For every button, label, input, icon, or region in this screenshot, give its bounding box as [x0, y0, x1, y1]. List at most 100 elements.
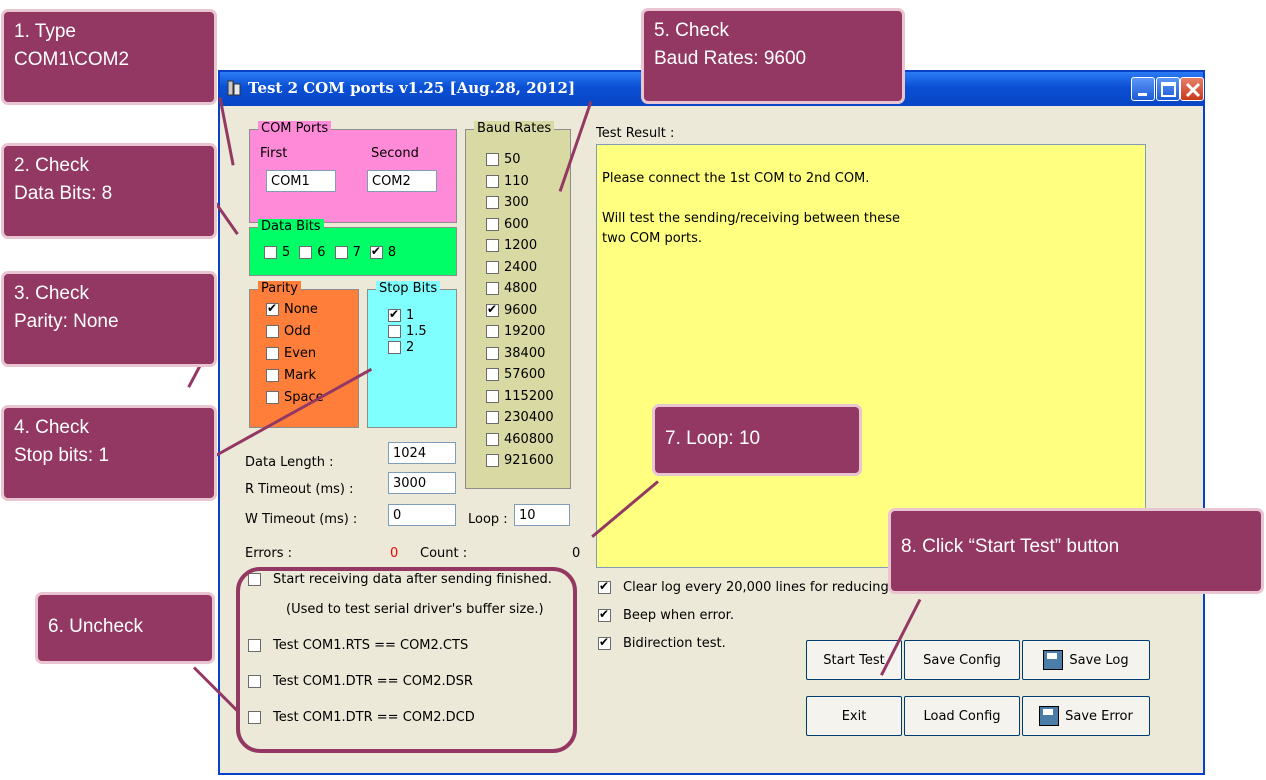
data-bits-option[interactable]: 5: [264, 245, 290, 260]
stop-bits-options: 11.52: [388, 307, 427, 356]
baud-rates-checkbox[interactable]: [486, 196, 499, 209]
stop-bits-group: Stop Bits 11.52: [367, 281, 457, 428]
floppy-disk-icon: [1043, 650, 1064, 670]
close-icon[interactable]: [1180, 77, 1204, 101]
window-title: Test 2 COM ports v1.25 [Aug.28, 2012]: [248, 79, 576, 97]
option-checkbox[interactable]: [598, 579, 611, 594]
r-timeout-input[interactable]: [388, 472, 456, 494]
app-icon[interactable]: [226, 80, 242, 96]
parity-checkbox[interactable]: [266, 391, 279, 404]
baud-rates-option-label: 9600: [504, 302, 538, 318]
data-bits-option-label: 8: [387, 245, 397, 260]
baud-rates-checkbox[interactable]: [486, 346, 499, 360]
parity-option[interactable]: Even: [266, 346, 324, 368]
baud-rates-checkbox[interactable]: [486, 411, 499, 424]
baud-rates-checkbox[interactable]: [486, 174, 499, 188]
baud-rates-checkbox[interactable]: [486, 325, 499, 338]
baud-rates-option[interactable]: 1200: [486, 238, 554, 260]
baud-rates-option[interactable]: 4800: [486, 281, 554, 303]
data-bits-option[interactable]: 7: [334, 245, 361, 260]
baud-rates-option[interactable]: 57600: [486, 367, 554, 389]
stop-bits-checkbox[interactable]: [388, 307, 401, 322]
baud-rates-checkbox[interactable]: [486, 389, 499, 403]
data-bits-label: Data Bits: [258, 219, 324, 235]
option-checkbox[interactable]: [598, 607, 611, 622]
baud-rates-option[interactable]: 921600: [486, 453, 554, 475]
baud-rates-option[interactable]: 115200: [486, 389, 554, 411]
exit-button[interactable]: Exit: [806, 696, 902, 736]
parity-option-label: Mark: [284, 368, 317, 383]
baud-rates-checkbox[interactable]: [486, 368, 499, 381]
baud-rates-checkbox[interactable]: [486, 302, 499, 317]
option-row[interactable]: Beep when error.: [598, 607, 734, 623]
data-bits-option[interactable]: 8: [369, 244, 397, 260]
com-ports-label: COM Ports: [258, 121, 332, 137]
log-line: Will test the sending/receiving between …: [602, 211, 901, 226]
baud-rates-option-label: 50: [504, 152, 521, 167]
baud-rates-checkbox[interactable]: [486, 153, 499, 166]
data-bits-checkbox[interactable]: [299, 246, 313, 259]
stop-bits-option[interactable]: 2: [388, 340, 427, 356]
second-label: Second: [371, 146, 419, 161]
baud-rates-checkbox[interactable]: [486, 282, 499, 295]
stop-bits-option[interactable]: 1.5: [388, 324, 427, 340]
parity-checkbox[interactable]: [266, 347, 279, 360]
baud-rates-option[interactable]: 460800: [486, 432, 554, 454]
baud-rates-group: Baud Rates 50 110 300 600 1200 2400 4800 9600 19…: [465, 121, 571, 489]
baud-rates-option-label: 460800: [504, 431, 554, 447]
data-bits-checkbox[interactable]: [264, 246, 277, 259]
data-bits-checkbox[interactable]: [334, 246, 348, 259]
baud-rates-option[interactable]: 9600: [486, 302, 554, 325]
stop-bits-checkbox[interactable]: [388, 325, 401, 338]
stop-bits-checkbox[interactable]: [388, 341, 401, 354]
baud-rates-option[interactable]: 300: [486, 195, 554, 217]
data-bits-group: Data Bits 5 6 7 8: [249, 219, 457, 276]
w-timeout-input[interactable]: [388, 504, 456, 526]
test-result-log[interactable]: Please connect the 1st COM to 2nd COM. Wi…: [596, 144, 1146, 568]
log-line: two COM ports.: [602, 231, 703, 246]
data-length-input[interactable]: [388, 442, 456, 464]
data-bits-checkbox[interactable]: [369, 244, 383, 259]
baud-rates-checkbox[interactable]: [486, 239, 499, 252]
baud-rates-option[interactable]: 2400: [486, 260, 554, 282]
baud-rates-option[interactable]: 50: [486, 152, 554, 174]
save-config-button[interactable]: Save Config: [904, 640, 1020, 680]
count-label: Count :: [420, 546, 468, 561]
option-row[interactable]: Bidirection test.: [598, 635, 726, 651]
baud-rates-options: 50 110 300 600 1200 2400 4800 9600 19200 38400 576…: [486, 152, 554, 475]
parity-checkbox[interactable]: [266, 369, 279, 382]
parity-option[interactable]: None: [266, 301, 324, 324]
parity-checkbox[interactable]: [266, 301, 279, 316]
baud-rates-option[interactable]: 600: [486, 217, 554, 239]
loop-input[interactable]: [514, 504, 570, 526]
baud-rates-checkbox[interactable]: [486, 217, 499, 231]
baud-rates-option[interactable]: 230400: [486, 410, 554, 432]
baud-rates-option[interactable]: 19200: [486, 324, 554, 346]
baud-rates-option-label: 300: [504, 195, 529, 210]
save-log-button[interactable]: Save Log: [1022, 640, 1150, 680]
option-checkbox[interactable]: [598, 635, 611, 650]
baud-rates-option[interactable]: 110: [486, 174, 554, 196]
save-error-button[interactable]: Save Error: [1022, 696, 1150, 736]
parity-option-label: None: [284, 302, 318, 317]
first-com-input[interactable]: [266, 170, 336, 192]
errors-value: 0: [390, 546, 399, 561]
data-bits-option[interactable]: 6: [299, 245, 326, 260]
stop-bits-option[interactable]: 1: [388, 307, 427, 324]
load-config-button[interactable]: Load Config: [904, 696, 1020, 736]
second-com-input[interactable]: [367, 170, 437, 192]
baud-rates-checkbox[interactable]: [486, 260, 499, 274]
parity-option[interactable]: Mark: [266, 368, 324, 390]
baud-rates-checkbox[interactable]: [486, 454, 499, 467]
parity-option[interactable]: Odd: [266, 324, 324, 346]
parity-checkbox[interactable]: [266, 325, 279, 338]
baud-rates-checkbox[interactable]: [486, 432, 499, 446]
maximize-icon[interactable]: [1156, 77, 1180, 101]
first-label: First: [260, 146, 288, 161]
baud-rates-option[interactable]: 38400: [486, 346, 554, 368]
minimize-icon[interactable]: [1131, 77, 1155, 101]
baud-rates-option-label: 110: [504, 173, 529, 189]
callout-8: 8. Click “Start Test” button: [888, 508, 1264, 594]
data-bits-option-label: 6: [317, 245, 326, 260]
